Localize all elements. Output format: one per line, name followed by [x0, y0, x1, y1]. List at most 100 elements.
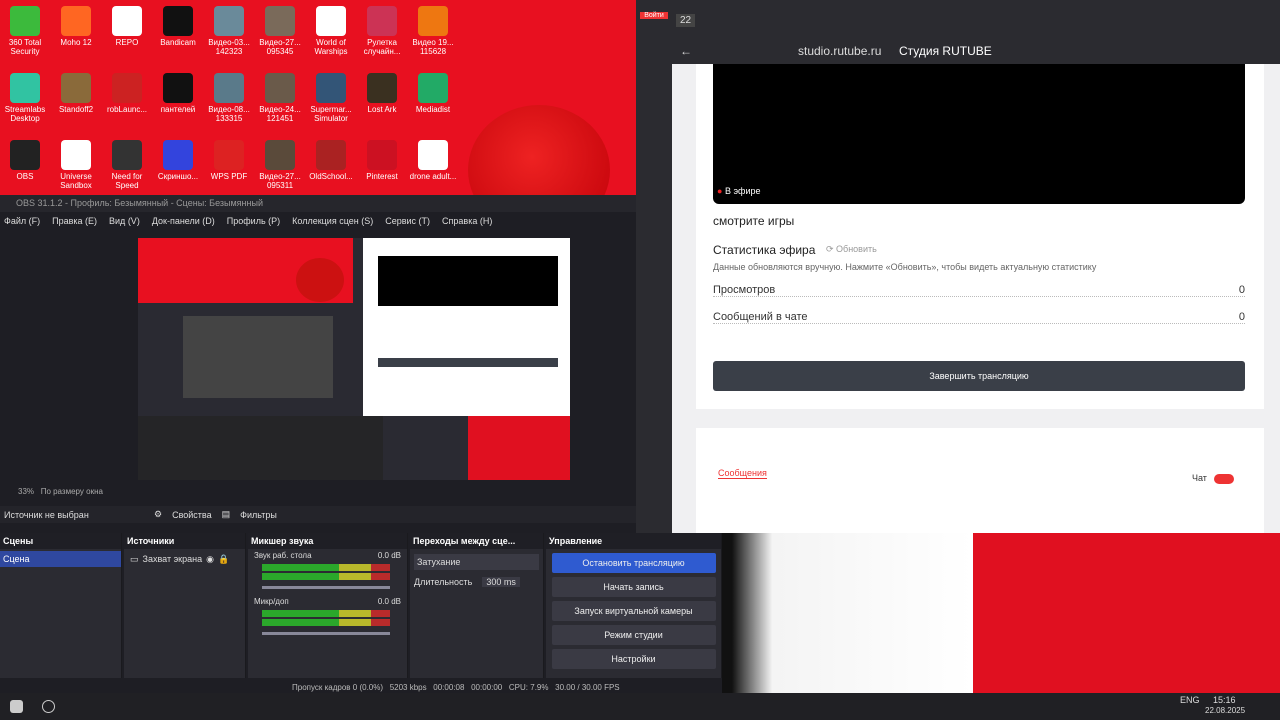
desktop-icon[interactable]: World of Warships — [306, 6, 356, 56]
desktop-icon[interactable]: Streamlabs Desktop — [0, 73, 50, 123]
dropped-frames: Пропуск кадров 0 (0.0%) — [292, 683, 384, 692]
obs-preview[interactable] — [138, 238, 570, 480]
end-stream-button[interactable]: Завершить трансляцию — [713, 361, 1245, 391]
desktop-icon-label: Pinterest — [366, 172, 398, 181]
tab-count[interactable]: 22 — [676, 14, 696, 27]
desktop-icon[interactable]: 360 Total Security — [0, 6, 50, 56]
desktop-icon[interactable]: Рулетка случайн... — [357, 6, 407, 56]
desktop-icon[interactable]: OldSchool... — [306, 140, 356, 181]
obs-title: OBS 31.1.2 - Профиль: Безымянный - Сцены… — [0, 195, 636, 212]
desktop-icon[interactable]: REPO — [102, 6, 152, 47]
no-source-label: Источник не выбран — [4, 509, 89, 520]
desktop-icon[interactable]: robLaunc... — [102, 73, 152, 114]
source-label: Захват экрана — [142, 554, 203, 564]
start-record-button[interactable]: Начать запись — [551, 577, 716, 597]
desktop-icon[interactable]: Universe Sandbox — [51, 140, 101, 190]
studio-mode-button[interactable]: Режим студии — [551, 625, 716, 645]
transition-select[interactable]: Затухание — [414, 554, 539, 570]
menu-item[interactable]: Сервис (T) — [385, 216, 430, 226]
app-icon — [265, 140, 295, 170]
back-icon[interactable]: ← — [680, 44, 692, 58]
chat-toggle[interactable] — [1214, 474, 1234, 484]
desktop-icon[interactable]: Standoff2 — [51, 73, 101, 114]
app-icon — [367, 6, 397, 36]
site-host[interactable]: studio.rutube.ru — [798, 44, 881, 58]
duration-label: Длительность — [414, 577, 473, 587]
lock-icon[interactable]: 🔒 — [218, 554, 229, 565]
desktop-icon[interactable]: Moho 12 — [51, 6, 101, 47]
desktop-icon-label: World of Warships — [314, 38, 348, 56]
channel-mic: Микр/доп — [254, 597, 289, 606]
app-icon — [316, 6, 346, 36]
filters-button[interactable]: Фильтры — [240, 510, 277, 520]
desktop-icon[interactable]: Видео-27... 095311 — [255, 140, 305, 190]
eye-icon[interactable]: ◉ — [206, 554, 214, 565]
clock-time[interactable]: 15:16 — [1213, 695, 1236, 705]
search-icon[interactable] — [42, 700, 55, 713]
tab-messages[interactable]: Сообщения — [718, 468, 767, 479]
desktop-icon[interactable]: Bandicam — [153, 6, 203, 47]
background-grey — [722, 533, 973, 700]
sources-dock: Источники ▭ Захват экрана ◉ 🔒 — [124, 533, 246, 678]
video-player[interactable]: ● В эфире — [713, 64, 1245, 204]
menu-item[interactable]: Правка (E) — [52, 216, 97, 226]
duration-input[interactable]: 300 ms — [482, 577, 520, 587]
virtual-camera-button[interactable]: Запуск виртуальной камеры — [551, 601, 716, 621]
desktop-icon-label: Видео-27... 095345 — [259, 38, 301, 56]
stream-card: ● В эфире смотрите игры Статистика эфира… — [696, 64, 1264, 409]
desktop-icon[interactable]: Видео 19... 115628 — [408, 6, 458, 56]
desktop-icon-label: Supermar... Simulator — [310, 105, 352, 123]
settings-button[interactable]: Настройки — [551, 649, 716, 669]
source-item[interactable]: ▭ Захват экрана ◉ 🔒 — [124, 549, 245, 570]
transitions-dock: Переходы между сце... Затухание Длительн… — [410, 533, 544, 678]
menu-item[interactable]: Справка (H) — [442, 216, 492, 226]
desktop-icon[interactable]: OBS — [0, 140, 50, 181]
desktop-icon[interactable]: Скриншо... — [153, 140, 203, 181]
menu-item[interactable]: Док-панели (D) — [152, 216, 215, 226]
obs-menu: Файл (F) Правка (E) Вид (V) Док-панели (D) П… — [0, 212, 636, 230]
menu-item[interactable]: Вид (V) — [109, 216, 140, 226]
desktop-icon[interactable]: Видео-08... 133315 — [204, 73, 254, 123]
meter-desktop-2 — [262, 573, 390, 580]
desktop-icon[interactable]: Supermar... Simulator — [306, 73, 356, 123]
desktop-icon[interactable]: WPS PDF — [204, 140, 254, 181]
menu-item[interactable]: Коллекция сцен (S) — [292, 216, 373, 226]
scene-item[interactable]: Сцена — [0, 551, 121, 567]
desktop-icon-label: WPS PDF — [210, 172, 248, 181]
desktop-icon-label: Видео-03... 142323 — [208, 38, 250, 56]
desktop-icon[interactable]: Видео-27... 095345 — [255, 6, 305, 56]
desktop-icon[interactable]: Видео-24... 121451 — [255, 73, 305, 123]
app-icon — [112, 73, 142, 103]
login-button[interactable]: Войти — [640, 12, 668, 19]
app-icon — [10, 6, 40, 36]
desktop-icon[interactable]: Pinterest — [357, 140, 407, 181]
menu-item[interactable]: Профиль (P) — [227, 216, 280, 226]
properties-button[interactable]: Свойства — [172, 510, 212, 520]
live-badge: ● В эфире — [717, 186, 761, 196]
desktop-icon-label: Скриншо... — [157, 172, 199, 181]
desktop-icon[interactable]: Mediadist — [408, 73, 458, 114]
app-icon — [316, 73, 346, 103]
zoom-value[interactable]: 33% — [18, 487, 34, 496]
desktop-icon[interactable]: Lost Ark — [357, 73, 407, 114]
obs-window: OBS 31.1.2 - Профиль: Безымянный - Сцены… — [0, 195, 722, 700]
zoom-bar: 33% По размеру окна — [0, 487, 636, 496]
desktop-icon[interactable]: drone adult... — [408, 140, 458, 181]
language-indicator[interactable]: ENG — [1180, 695, 1200, 705]
clock-date[interactable]: 22.08.2025 — [1205, 706, 1245, 715]
refresh-button[interactable]: ⟳ Обновить — [826, 244, 877, 255]
desktop-icon[interactable]: Need for Speed — [102, 140, 152, 190]
desktop-icon[interactable]: пантелей — [153, 73, 203, 114]
desktop-icon-label: Streamlabs Desktop — [4, 105, 46, 123]
browser-sidebar: Войти — [636, 0, 672, 533]
desktop-icon-label: drone adult... — [409, 172, 457, 181]
desktop-icon[interactable]: Видео-03... 142323 — [204, 6, 254, 56]
channel-mic-db: 0.0 dB — [377, 597, 401, 606]
zoom-mode[interactable]: По размеру окна — [41, 487, 103, 496]
controls-title: Управление — [546, 533, 721, 549]
volume-slider-mic[interactable] — [262, 632, 390, 635]
stop-stream-button[interactable]: Остановить трансляцию — [551, 553, 716, 573]
windows-start-icon[interactable] — [10, 700, 23, 713]
menu-item[interactable]: Файл (F) — [4, 216, 40, 226]
app-icon — [61, 140, 91, 170]
